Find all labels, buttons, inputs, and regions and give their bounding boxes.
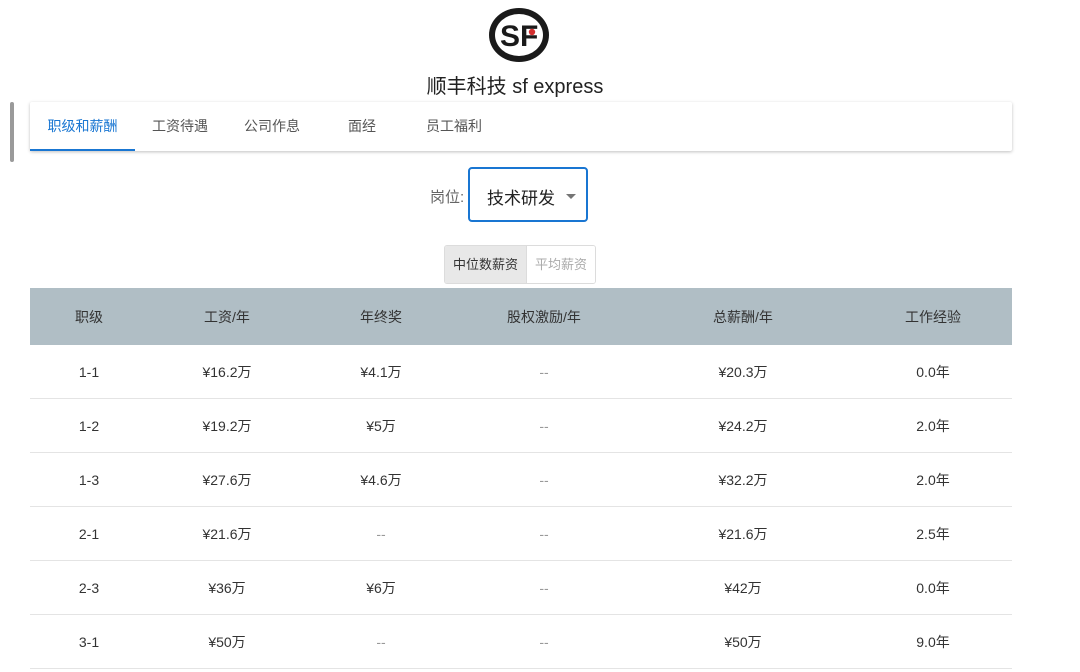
tab-level-salary[interactable]: 职级和薪酬 xyxy=(30,102,135,151)
cell-bonus: ¥5万 xyxy=(306,398,456,453)
col-header-total: 总薪酬/年 xyxy=(632,288,854,345)
salary-table: 职级 工资/年 年终奖 股权激励/年 总薪酬/年 工作经验 1-1 ¥16.2万… xyxy=(30,288,1012,669)
cell-bonus: ¥4.6万 xyxy=(306,452,456,507)
cell-level: 3-1 xyxy=(30,614,148,669)
cell-equity: -- xyxy=(456,452,632,507)
cell-equity: -- xyxy=(456,614,632,669)
cell-salary: ¥50万 xyxy=(148,614,306,669)
table-row: 2-1 ¥21.6万 -- -- ¥21.6万 2.5年 xyxy=(30,506,1012,561)
col-header-bonus: 年终奖 xyxy=(306,288,456,345)
scrollbar-thumb[interactable] xyxy=(10,102,14,162)
cell-total: ¥24.2万 xyxy=(632,398,854,453)
average-salary-button[interactable]: 平均薪资 xyxy=(527,246,596,283)
cell-level: 1-3 xyxy=(30,452,148,507)
position-select-value: 技术研发 xyxy=(487,189,555,208)
table-row: 2-3 ¥36万 ¥6万 -- ¥42万 0.0年 xyxy=(30,560,1012,615)
cell-experience: 2.0年 xyxy=(854,398,1012,453)
cell-bonus: -- xyxy=(306,614,456,669)
active-tab-indicator xyxy=(30,149,135,151)
col-header-experience: 工作经验 xyxy=(854,288,1012,345)
table-row: 3-1 ¥50万 -- -- ¥50万 9.0年 xyxy=(30,614,1012,669)
cell-total: ¥21.6万 xyxy=(632,506,854,561)
cell-total: ¥20.3万 xyxy=(632,345,854,399)
brand-name: 顺丰科技 sf express xyxy=(426,76,604,98)
cell-level: 1-2 xyxy=(30,398,148,453)
cell-total: ¥42万 xyxy=(632,560,854,615)
position-label: 岗位: xyxy=(430,189,465,206)
table-row: 1-2 ¥19.2万 ¥5万 -- ¥24.2万 2.0年 xyxy=(30,398,1012,453)
cell-total: ¥50万 xyxy=(632,614,854,669)
tab-wages[interactable]: 工资待遇 xyxy=(142,102,218,151)
cell-salary: ¥19.2万 xyxy=(148,398,306,453)
col-header-salary: 工资/年 xyxy=(148,288,306,345)
col-header-level: 职级 xyxy=(30,288,148,345)
tab-interview[interactable]: 面经 xyxy=(338,102,386,151)
cell-experience: 0.0年 xyxy=(854,345,1012,399)
col-header-equity: 股权激励/年 xyxy=(456,288,632,345)
cell-level: 2-1 xyxy=(30,506,148,561)
tab-bar: 职级和薪酬 工资待遇 公司作息 面经 员工福利 xyxy=(30,102,1012,151)
cell-salary: ¥16.2万 xyxy=(148,345,306,399)
tab-benefits[interactable]: 员工福利 xyxy=(416,102,492,151)
cell-bonus: -- xyxy=(306,506,456,561)
cell-salary: ¥21.6万 xyxy=(148,506,306,561)
header: SF 顺丰科技 sf express xyxy=(0,0,1080,100)
caret-down-icon xyxy=(566,194,576,199)
position-select[interactable]: 技术研发 xyxy=(468,167,588,222)
table-row: 1-1 ¥16.2万 ¥4.1万 -- ¥20.3万 0.0年 xyxy=(30,345,1012,399)
cell-bonus: ¥4.1万 xyxy=(306,345,456,399)
sf-logo: SF xyxy=(489,8,549,62)
svg-text:SF: SF xyxy=(500,20,538,53)
cell-salary: ¥27.6万 xyxy=(148,452,306,507)
cell-salary: ¥36万 xyxy=(148,560,306,615)
cell-experience: 9.0年 xyxy=(854,614,1012,669)
tab-schedule[interactable]: 公司作息 xyxy=(234,102,310,151)
table-row: 1-3 ¥27.6万 ¥4.6万 -- ¥32.2万 2.0年 xyxy=(30,452,1012,507)
salary-stat-toggle: 中位数薪资 平均薪资 xyxy=(444,245,597,284)
cell-experience: 2.5年 xyxy=(854,506,1012,561)
cell-equity: -- xyxy=(456,345,632,399)
table-header-row: 职级 工资/年 年终奖 股权激励/年 总薪酬/年 工作经验 xyxy=(30,288,1012,345)
cell-experience: 0.0年 xyxy=(854,560,1012,615)
cell-bonus: ¥6万 xyxy=(306,560,456,615)
cell-equity: -- xyxy=(456,506,632,561)
cell-experience: 2.0年 xyxy=(854,452,1012,507)
cell-equity: -- xyxy=(456,560,632,615)
cell-level: 1-1 xyxy=(30,345,148,399)
cell-level: 2-3 xyxy=(30,560,148,615)
cell-equity: -- xyxy=(456,398,632,453)
cell-total: ¥32.2万 xyxy=(632,452,854,507)
median-salary-button[interactable]: 中位数薪资 xyxy=(445,246,528,283)
